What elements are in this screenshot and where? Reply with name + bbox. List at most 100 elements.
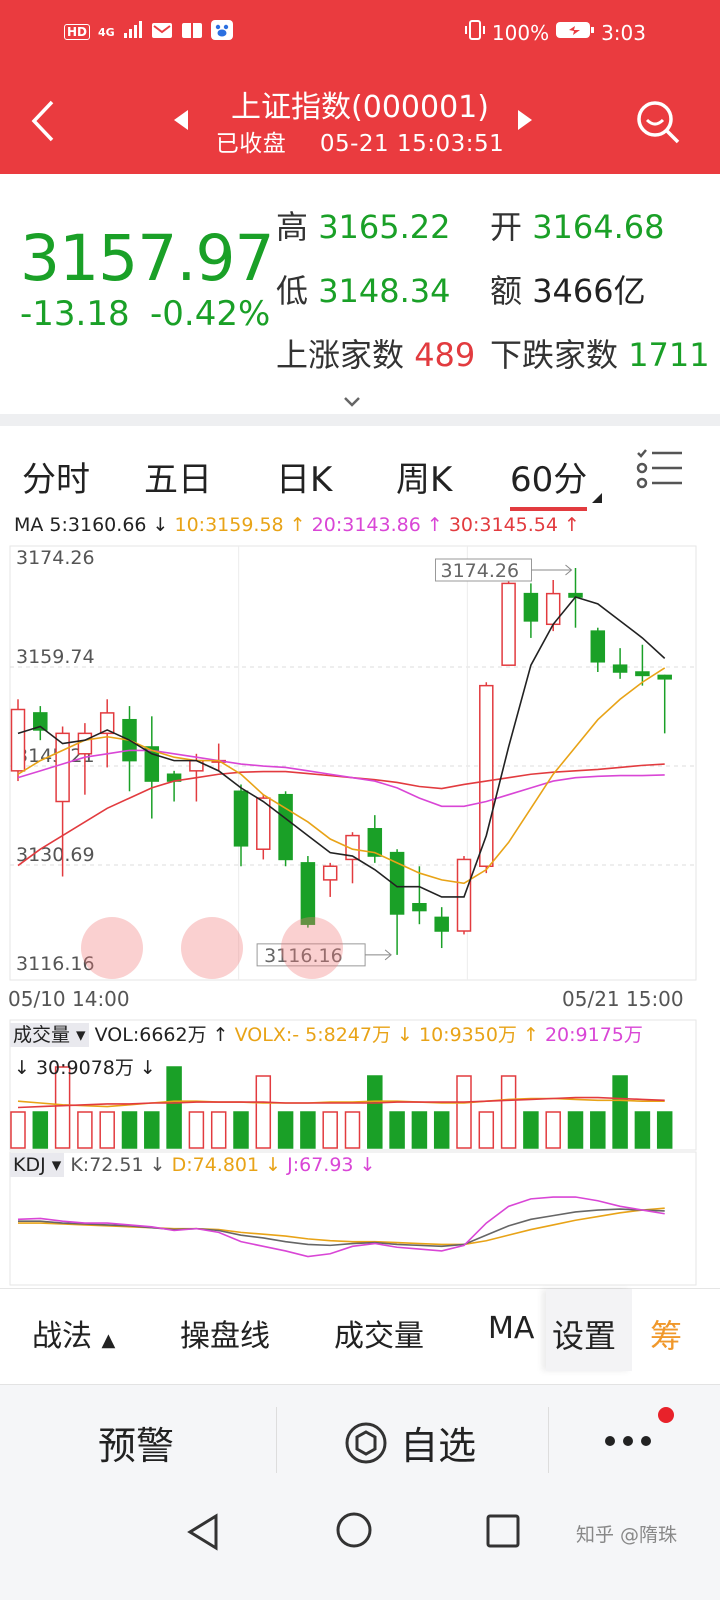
kline-chart[interactable]: 3174.263159.743145.213130.693116.163174.… xyxy=(0,540,720,1290)
kdj-legend: KDJ ▾ K:72.51 ↓ D:74.801 ↓ J:67.93 ↓ xyxy=(10,1153,376,1177)
status-bar-right: 100% 3:03 xyxy=(464,20,646,45)
action-bar: 预警 自选 xyxy=(0,1384,720,1495)
volume-bar xyxy=(590,1111,606,1149)
kdj-indicator-selector[interactable]: KDJ ▾ xyxy=(10,1153,65,1177)
toolbar-volume[interactable]: 成交量 xyxy=(334,1311,424,1355)
high-stat: 高 3165.22 xyxy=(276,208,451,246)
volume-bar xyxy=(99,1111,115,1149)
nav-back-button[interactable] xyxy=(184,1512,224,1556)
watermark: 知乎 @隋珠 xyxy=(576,1524,678,1546)
ma30-value: 30:3145.54 ↑ xyxy=(448,514,580,536)
section-divider xyxy=(0,414,720,426)
ma10-value: 10:3159.58 ↑ xyxy=(174,514,306,536)
x-end-label: 05/21 15:00 xyxy=(562,987,684,1011)
expand-button[interactable] xyxy=(342,394,362,413)
volume-bar xyxy=(389,1111,405,1149)
action-divider xyxy=(276,1407,277,1473)
indicator-toolbar: 战法 ▲ 操盘线 成交量 MA 设置 筹 xyxy=(0,1288,720,1371)
tab-five-day[interactable]: 五日 xyxy=(144,452,212,501)
volume-bar xyxy=(32,1111,49,1149)
y-tick-label: 3174.26 xyxy=(16,547,95,569)
settings-button[interactable]: 设置 xyxy=(546,1289,632,1371)
price-change: -13.18 xyxy=(20,294,130,334)
page-title: 上证指数(000001) xyxy=(231,90,489,125)
decliners-stat: 下跌家数 1711 xyxy=(490,336,710,374)
candle-body xyxy=(479,684,494,868)
nav-recents-button[interactable] xyxy=(484,1512,524,1556)
network-label: 4G xyxy=(98,25,115,39)
indicator-menu-button[interactable] xyxy=(636,446,682,494)
chart-copy-overlay-icon xyxy=(181,917,243,979)
volume-bar xyxy=(433,1111,450,1149)
y-tick-label: 3159.74 xyxy=(16,646,95,668)
volume-bar xyxy=(478,1111,495,1149)
square-recents-icon xyxy=(486,1514,520,1548)
book-icon xyxy=(181,21,203,43)
battery-percent: 100% xyxy=(491,20,550,45)
chip-distribution-button[interactable]: 筹 xyxy=(632,1289,720,1371)
kdj-k-value: K:72.51 ↓ xyxy=(70,1154,166,1176)
chart-forward-overlay-icon xyxy=(81,917,143,979)
candle-body xyxy=(657,674,672,680)
price-change-percent: -0.42% xyxy=(150,294,271,334)
mail-icon xyxy=(151,21,173,43)
market-status-text: 已收盘 xyxy=(215,131,287,157)
x-start-label: 05/10 14:00 xyxy=(8,987,130,1011)
candle-body xyxy=(233,790,249,847)
volume-bar xyxy=(367,1075,383,1149)
triangle-back-icon xyxy=(187,1513,218,1551)
candle-body xyxy=(523,592,539,622)
tab-dropdown-icon xyxy=(592,488,602,507)
triangle-up-icon: ▲ xyxy=(101,1330,116,1351)
volume-bar xyxy=(144,1111,160,1149)
vol10-value: 10:9350万 ↑ xyxy=(418,1024,539,1046)
next-index-button[interactable] xyxy=(516,108,534,136)
tab-weekly-k[interactable]: 周K xyxy=(396,452,452,501)
volume-bar xyxy=(300,1111,316,1149)
add-watchlist-button[interactable]: 自选 xyxy=(344,1415,476,1474)
app-header: HD 4G 100% 3:03 上证指数(000001) 已收盘 05-21 1… xyxy=(0,0,720,174)
volume-bar xyxy=(322,1111,338,1149)
more-button[interactable] xyxy=(604,1409,676,1471)
action-divider xyxy=(548,1407,549,1473)
hd-icon: HD xyxy=(64,24,91,40)
hexagon-icon xyxy=(344,1421,388,1474)
alert-button[interactable]: 预警 xyxy=(98,1415,174,1470)
candle-body xyxy=(10,708,26,772)
candle-body xyxy=(434,916,449,932)
volume-indicator-selector[interactable]: 成交量 ▾ xyxy=(10,1023,89,1047)
ma5-value: MA 5:3160.66 ↓ xyxy=(14,514,169,536)
tab-daily-k[interactable]: 日K xyxy=(276,452,332,501)
toolbar-ma[interactable]: MA xyxy=(488,1311,544,1346)
ma20-value: 20:3143.86 ↑ xyxy=(311,514,443,536)
market-status: 已收盘 05-21 15:03:51 xyxy=(0,124,720,158)
price-panel-frame xyxy=(9,545,697,981)
nav-home-button[interactable] xyxy=(334,1510,374,1554)
volume-bar xyxy=(656,1111,673,1149)
ma-legend: MA 5:3160.66 ↓ 10:3159.58 ↑ 20:3143.86 ↑… xyxy=(14,514,580,536)
toolbar-trading-line[interactable]: 操盘线 xyxy=(180,1311,270,1355)
advancers-stat: 上涨家数 489 xyxy=(276,336,476,374)
low-stat: 低 3148.34 xyxy=(276,272,451,310)
vibrate-icon xyxy=(464,20,486,45)
current-price: 3157.97 xyxy=(20,222,275,295)
volume-bar xyxy=(210,1111,227,1149)
candle-body xyxy=(300,862,316,925)
toolbar-strategy[interactable]: 战法 ▲ xyxy=(32,1311,115,1355)
ma20-line xyxy=(17,749,665,808)
paw-icon xyxy=(210,20,233,44)
vol-value: VOL:6662万 ↑ xyxy=(94,1024,229,1046)
list-settings-icon xyxy=(636,449,682,489)
search-icon xyxy=(637,101,680,144)
volume-bar xyxy=(634,1111,651,1149)
tab-intraday[interactable]: 分时 xyxy=(22,452,90,501)
volume-bar xyxy=(545,1111,561,1149)
clock: 3:03 xyxy=(601,20,646,45)
tab-60-minute[interactable]: 60分 xyxy=(510,452,588,511)
kdj-j-value: J:67.93 ↓ xyxy=(287,1154,376,1176)
volume-bar xyxy=(10,1111,26,1149)
search-button[interactable] xyxy=(634,98,682,150)
open-stat: 开 3164.68 xyxy=(490,208,665,246)
volume-bar xyxy=(77,1111,93,1149)
more-dots-icon xyxy=(605,1409,675,1446)
